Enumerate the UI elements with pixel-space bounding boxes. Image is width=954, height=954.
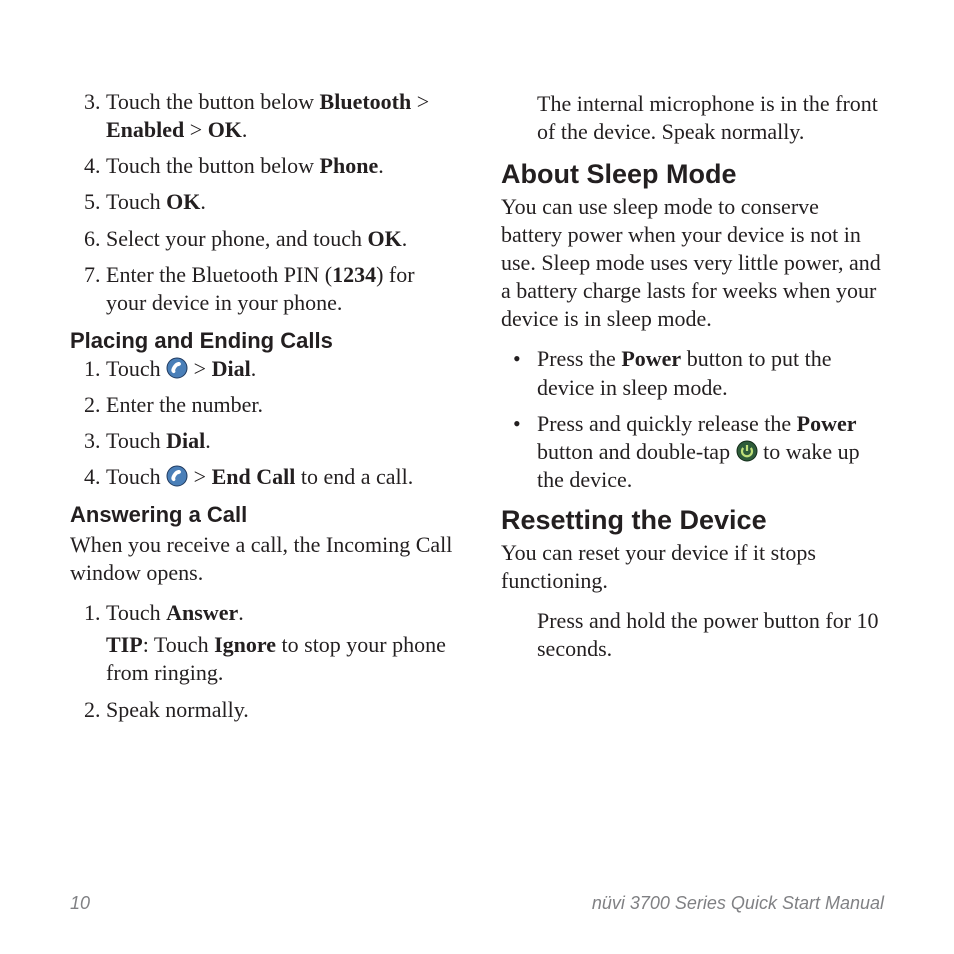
list-item: Speak normally.: [106, 696, 453, 724]
list-item: Select your phone, and touch OK.: [106, 225, 453, 253]
two-column-layout: Touch the button below Bluetooth > Enabl…: [70, 88, 884, 877]
list-item: Touch the button below Phone.: [106, 152, 453, 180]
heading-resetting-device: Resetting the Device: [501, 504, 884, 536]
power-icon: [736, 440, 758, 462]
sleep-mode-bullets: Press the Power button to put the device…: [501, 345, 884, 494]
manual-title: nüvi 3700 Series Quick Start Manual: [592, 893, 884, 914]
list-item: Touch Dial.: [106, 427, 453, 455]
phone-icon: [166, 465, 188, 487]
page-number: 10: [70, 893, 90, 914]
list-item: Enter the Bluetooth PIN (1234) for your …: [106, 261, 453, 317]
answering-call-intro: When you receive a call, the Incoming Ca…: [70, 531, 453, 587]
phone-icon: [166, 357, 188, 379]
heading-about-sleep-mode: About Sleep Mode: [501, 158, 884, 190]
list-item: Touch Answer.TIP: Touch Ignore to stop y…: [106, 599, 453, 687]
resetting-step: Press and hold the power button for 10 s…: [537, 607, 884, 663]
heading-answering-call: Answering a Call: [70, 501, 453, 529]
page-footer: 10 nüvi 3700 Series Quick Start Manual: [70, 893, 884, 914]
list-item: Press and quickly release the Power butt…: [537, 410, 884, 494]
left-column: Touch the button below Bluetooth > Enabl…: [70, 88, 453, 877]
list-item: Touch > End Call to end a call.: [106, 463, 453, 491]
right-column: The internal microphone is in the front …: [501, 88, 884, 877]
manual-page: Touch the button below Bluetooth > Enabl…: [0, 0, 954, 954]
sleep-mode-intro: You can use sleep mode to conserve batte…: [501, 193, 884, 334]
list-item: Touch > Dial.: [106, 355, 453, 383]
list-item: Touch the button below Bluetooth > Enabl…: [106, 88, 453, 144]
bluetooth-steps: Touch the button below Bluetooth > Enabl…: [70, 88, 453, 317]
heading-placing-ending-calls: Placing and Ending Calls: [70, 327, 453, 355]
list-item: Touch OK.: [106, 188, 453, 216]
list-item: Enter the number.: [106, 391, 453, 419]
tip-text: TIP: Touch Ignore to stop your phone fro…: [106, 631, 453, 687]
answering-call-steps: Touch Answer.TIP: Touch Ignore to stop y…: [70, 599, 453, 724]
resetting-intro: You can reset your device if it stops fu…: [501, 539, 884, 595]
placing-calls-steps: Touch > Dial. Enter the number. Touch Dial…: [70, 355, 453, 492]
list-item: Press the Power button to put the device…: [537, 345, 884, 401]
microphone-note: The internal microphone is in the front …: [537, 90, 884, 146]
